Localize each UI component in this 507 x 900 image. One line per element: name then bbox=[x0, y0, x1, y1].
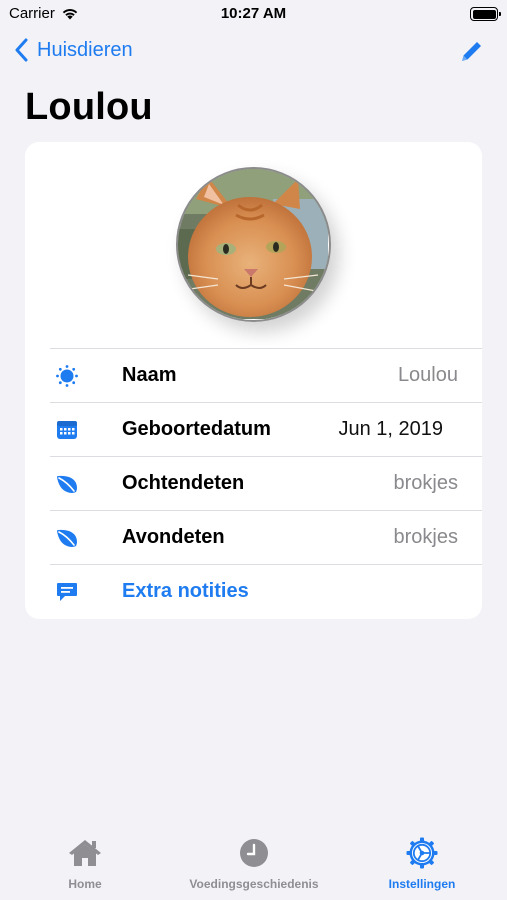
battery-icon bbox=[470, 7, 501, 21]
gear-icon bbox=[405, 836, 439, 870]
pencil-icon bbox=[462, 42, 481, 61]
chevron-left-icon bbox=[15, 38, 28, 62]
cat-photo bbox=[178, 169, 328, 319]
leaf-icon bbox=[54, 471, 80, 497]
tab-settings-label: Instellingen bbox=[388, 877, 456, 891]
calendar-icon bbox=[54, 417, 80, 443]
clock-icon bbox=[237, 836, 271, 870]
back-button-label: Huisdieren bbox=[37, 38, 133, 61]
row-birthdate[interactable]: Geboortedatum Jun 1, 2019 bbox=[50, 402, 482, 456]
row-name[interactable]: Naam Loulou bbox=[50, 348, 482, 402]
leaf-icon bbox=[54, 525, 80, 551]
row-breakfast-label: Ochtendeten bbox=[122, 472, 245, 494]
tab-feeding-history[interactable]: Voedingsgeschiedenis bbox=[184, 836, 324, 891]
message-icon bbox=[54, 579, 80, 605]
tab-feeding-history-label: Voedingsgeschiedenis bbox=[189, 877, 319, 891]
tab-home-label: Home bbox=[68, 877, 102, 891]
row-dinner-label: Avondeten bbox=[122, 526, 225, 548]
tab-bar: Home Voedingsgeschiedenis Instellingen bbox=[0, 836, 507, 900]
row-dinner[interactable]: Avondeten brokjes bbox=[50, 510, 482, 564]
row-name-value: Loulou bbox=[397, 364, 458, 386]
pet-details-card: Naam Loulou Geboortedatum Jun 1, 2019 Oc… bbox=[25, 142, 482, 619]
pet-info-list: Naam Loulou Geboortedatum Jun 1, 2019 Oc… bbox=[50, 348, 482, 618]
row-extra-notes[interactable]: Extra notities bbox=[50, 564, 482, 618]
sun-icon bbox=[54, 363, 80, 389]
row-breakfast[interactable]: Ochtendeten brokjes bbox=[50, 456, 482, 510]
back-button[interactable]: Huisdieren bbox=[15, 38, 133, 62]
tab-home[interactable]: Home bbox=[59, 836, 111, 891]
pet-avatar bbox=[176, 167, 331, 322]
edit-button[interactable] bbox=[457, 38, 485, 66]
extra-notes-link[interactable]: Extra notities bbox=[122, 580, 249, 603]
status-time: 10:27 AM bbox=[220, 5, 287, 22]
house-icon bbox=[68, 836, 102, 870]
birthdate-picker[interactable]: Jun 1, 2019 bbox=[338, 418, 443, 441]
row-name-label: Naam bbox=[122, 364, 177, 386]
row-birthdate-label: Geboortedatum bbox=[122, 418, 271, 440]
page-title: Loulou bbox=[25, 86, 153, 128]
row-dinner-value: brokjes bbox=[393, 526, 458, 548]
row-breakfast-value: brokjes bbox=[393, 472, 458, 494]
tab-settings[interactable]: Instellingen bbox=[384, 836, 460, 891]
status-bar: Carrier 10:27 AM bbox=[0, 0, 507, 30]
